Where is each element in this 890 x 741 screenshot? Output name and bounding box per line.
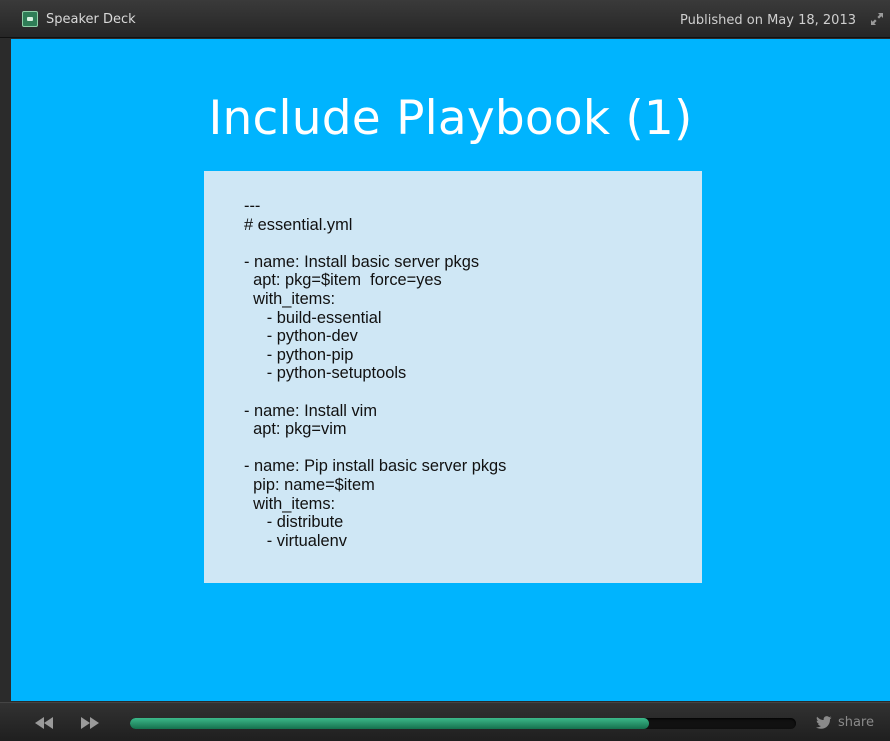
rewind-icon[interactable] (34, 716, 54, 730)
player-controls: share (0, 702, 890, 741)
expand-arrows-icon[interactable] (870, 12, 884, 26)
code-line: - distribute (244, 513, 344, 532)
code-line: - virtualenv (244, 531, 347, 550)
code-line: apt: pkg=$item force=yes (244, 271, 442, 290)
code-line: - name: Pip install basic server pkgs (244, 457, 507, 476)
code-line: # essential.yml (244, 215, 353, 234)
speaker-deck-logo-icon (22, 11, 38, 27)
twitter-bird-icon (815, 716, 832, 729)
fast-forward-icon[interactable] (80, 716, 100, 730)
code-line: pip: name=$item (244, 475, 375, 494)
code-line: - name: Install basic server pkgs (244, 252, 480, 271)
share-button[interactable]: share (815, 715, 874, 730)
code-line: - python-dev (244, 327, 358, 346)
code-line: - python-pip (244, 345, 354, 364)
code-line: with_items: (244, 494, 336, 513)
code-line: apt: pkg=vim (244, 420, 347, 439)
slide-title: Include Playbook (1) (208, 91, 693, 146)
brand[interactable]: Speaker Deck (22, 11, 136, 27)
code-line: - python-setuptools (244, 364, 407, 383)
brand-name: Speaker Deck (46, 11, 136, 27)
progress-bar[interactable] (130, 718, 796, 729)
progress-fill (130, 718, 650, 729)
code-line: with_items: (244, 289, 336, 308)
code-line: - build-essential (244, 308, 382, 327)
slide-stage: Include Playbook (1) --- # essential.yml -… (11, 39, 890, 701)
code-line: --- (244, 197, 261, 215)
top-bar: Speaker Deck Published on May 18, 2013 (0, 0, 890, 38)
share-label: share (837, 715, 874, 730)
code-line: - name: Install vim (244, 401, 377, 420)
published-date: Published on May 18, 2013 (680, 13, 856, 28)
code-block: --- # essential.yml - name: Install basic … (204, 171, 702, 583)
